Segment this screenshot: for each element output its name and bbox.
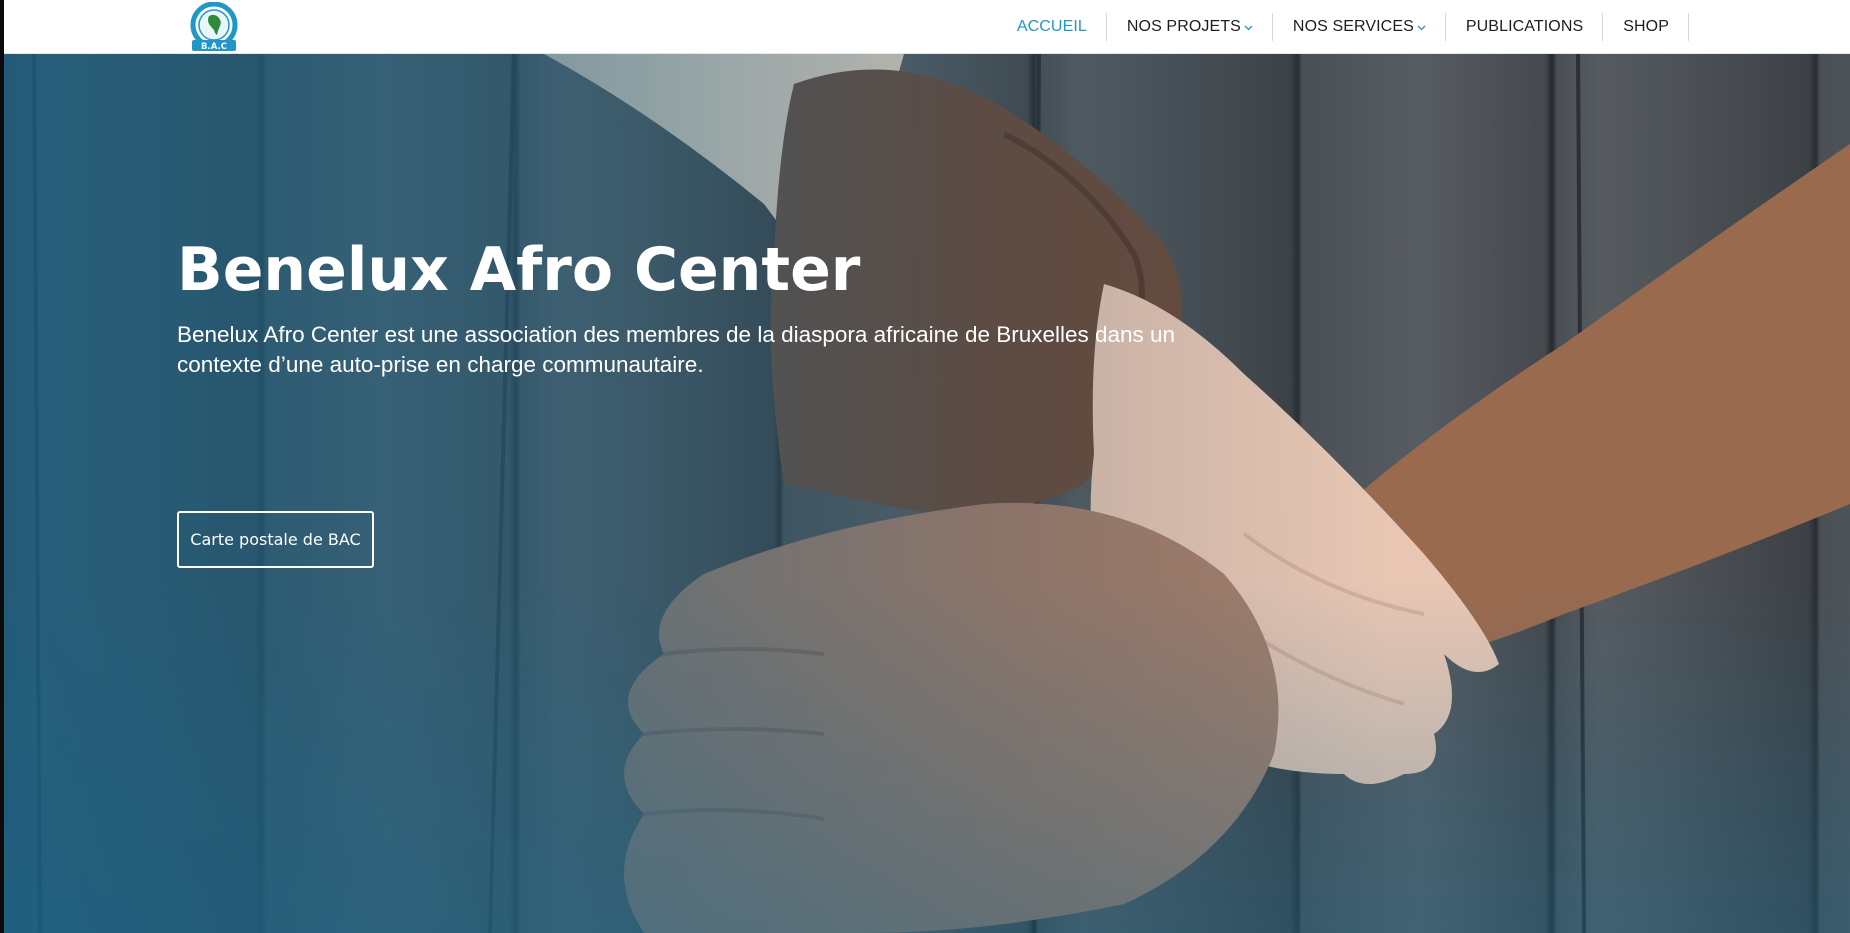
hero-content: Benelux Afro Center Benelux Afro Center … — [177, 234, 1257, 379]
hero-title: Benelux Afro Center — [177, 235, 861, 305]
hero-description: Benelux Afro Center est une association … — [177, 322, 1176, 377]
hero-section — [4, 54, 1850, 933]
chevron-down-icon — [1244, 23, 1253, 34]
nav-item-label: ACCUEIL — [1016, 18, 1087, 35]
site-logo[interactable]: B.A.C — [187, 1, 241, 52]
window-edge — [0, 0, 4, 933]
nav-item-nos-services[interactable]: NOS SERVICES — [1273, 13, 1446, 41]
site-header: B.A.C ACCUEIL NOS PROJETS NOS SERVICES P… — [4, 0, 1850, 54]
nav-item-label: SHOP — [1623, 18, 1669, 35]
chevron-down-icon — [1417, 23, 1426, 34]
logo-emblem: B.A.C — [190, 1, 238, 52]
nav-item-shop[interactable]: SHOP — [1603, 13, 1689, 41]
main-nav: ACCUEIL NOS PROJETS NOS SERVICES PUBLICA… — [997, 0, 1689, 54]
hero-tint-overlay — [4, 54, 1850, 933]
nav-item-label: NOS PROJETS — [1126, 18, 1241, 35]
nav-item-accueil[interactable]: ACCUEIL — [997, 13, 1107, 41]
nav-item-label: NOS SERVICES — [1292, 18, 1414, 35]
carte-postale-button[interactable]: Carte postale de BAC — [177, 511, 374, 568]
nav-item-publications[interactable]: PUBLICATIONS — [1446, 13, 1604, 41]
nav-item-nos-projets[interactable]: NOS PROJETS — [1107, 13, 1273, 41]
nav-item-label: PUBLICATIONS — [1465, 18, 1584, 35]
logo-text: B.A.C — [201, 42, 227, 52]
